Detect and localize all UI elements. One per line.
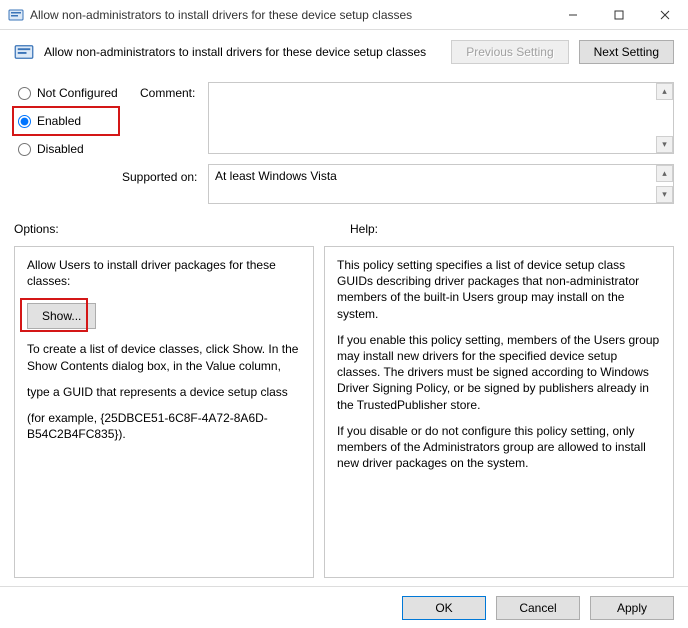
radio-not-configured[interactable]: Not Configured: [14, 82, 124, 104]
options-panel: Allow Users to install driver packages f…: [14, 246, 314, 578]
cancel-button[interactable]: Cancel: [496, 596, 580, 620]
help-label: Help:: [350, 222, 378, 236]
scroll-up-icon[interactable]: ▴: [656, 165, 673, 182]
dialog-footer: OK Cancel Apply: [0, 586, 688, 628]
help-text: If you enable this policy setting, membe…: [337, 332, 661, 413]
radio-label: Disabled: [37, 142, 84, 156]
policy-title: Allow non-administrators to install driv…: [44, 45, 441, 59]
scroll-down-icon[interactable]: ▾: [656, 136, 673, 153]
previous-setting-button: Previous Setting: [451, 40, 568, 64]
scrollbar: ▴ ▾: [656, 83, 673, 153]
radio-label: Enabled: [37, 114, 81, 128]
close-button[interactable]: [642, 0, 688, 30]
radio-disabled[interactable]: Disabled: [14, 138, 124, 160]
comment-box: ▴ ▾: [208, 82, 674, 154]
ok-button[interactable]: OK: [402, 596, 486, 620]
radio-enabled[interactable]: Enabled: [14, 110, 124, 132]
state-radio-group: Not Configured Enabled Disabled: [14, 82, 124, 166]
apply-button[interactable]: Apply: [590, 596, 674, 620]
titlebar: Allow non-administrators to install driv…: [0, 0, 688, 30]
radio-label: Not Configured: [37, 86, 118, 100]
policy-icon: [8, 7, 24, 23]
maximize-button[interactable]: [596, 0, 642, 30]
options-text: To create a list of device classes, clic…: [27, 341, 301, 373]
comment-label: Comment:: [140, 86, 195, 100]
comment-textarea[interactable]: [209, 83, 656, 153]
options-label: Options:: [14, 222, 59, 236]
help-panel: This policy setting specifies a list of …: [324, 246, 674, 578]
help-text: If you disable or do not configure this …: [337, 423, 661, 472]
supported-label: Supported on:: [122, 170, 197, 184]
show-button[interactable]: Show...: [27, 303, 96, 329]
policy-icon: [14, 42, 34, 62]
minimize-button[interactable]: [550, 0, 596, 30]
scrollbar: ▴ ▾: [656, 165, 673, 203]
supported-box: At least Windows Vista ▴ ▾: [208, 164, 674, 204]
header-row: Allow non-administrators to install driv…: [0, 30, 688, 76]
supported-value: At least Windows Vista: [209, 165, 656, 203]
help-text: This policy setting specifies a list of …: [337, 257, 661, 322]
next-setting-button[interactable]: Next Setting: [579, 40, 674, 64]
scroll-down-icon[interactable]: ▾: [656, 186, 673, 203]
options-text: Allow Users to install driver packages f…: [27, 257, 301, 289]
window-title: Allow non-administrators to install driv…: [30, 8, 550, 22]
options-text: type a GUID that represents a device set…: [27, 384, 301, 400]
scroll-up-icon[interactable]: ▴: [656, 83, 673, 100]
options-text: (for example, {25DBCE51-6C8F-4A72-8A6D-B…: [27, 410, 301, 442]
